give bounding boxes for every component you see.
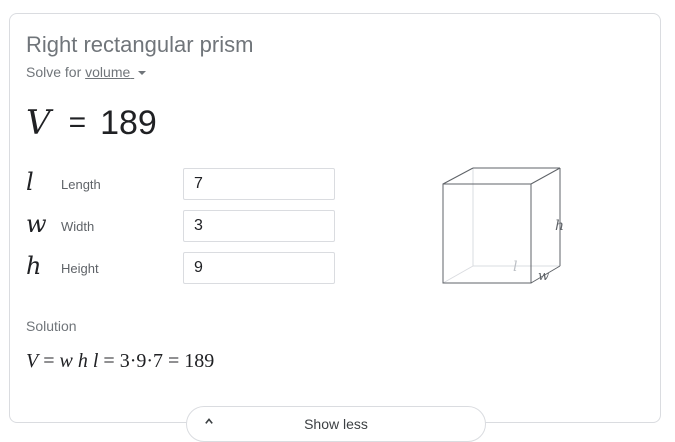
diagram-h-label: h bbox=[555, 218, 564, 234]
height-label: Height bbox=[61, 261, 99, 276]
solve-for-prefix: Solve for bbox=[26, 64, 82, 80]
result-variable: V bbox=[26, 103, 51, 143]
solve-for-row: Solve for volume bbox=[26, 63, 147, 81]
result-display: V = 189 bbox=[26, 99, 157, 147]
result-equals: = bbox=[68, 106, 87, 139]
formula-lhs: V bbox=[26, 350, 39, 372]
width-label: Width bbox=[61, 219, 95, 234]
length-row: l Length bbox=[26, 168, 346, 200]
result-value: 189 bbox=[100, 103, 157, 142]
width-input[interactable] bbox=[183, 210, 335, 242]
width-row: w Width bbox=[26, 210, 346, 242]
diagram-w-label: w bbox=[538, 269, 549, 284]
length-label: Length bbox=[61, 177, 101, 192]
solve-target-dropdown[interactable]: volume bbox=[85, 64, 147, 80]
prism-diagram: h l w bbox=[442, 167, 564, 284]
height-row: h Height bbox=[26, 252, 346, 284]
front-face bbox=[442, 183, 532, 284]
formula-var-w: w bbox=[59, 350, 73, 372]
height-input[interactable] bbox=[183, 252, 335, 284]
height-symbol: h bbox=[26, 252, 42, 280]
top-left-edge bbox=[442, 167, 474, 185]
hidden-edge-width bbox=[442, 265, 474, 284]
solution-formula: V = w h l = 3·9·7 = 189 bbox=[26, 350, 214, 373]
length-symbol: l bbox=[26, 168, 34, 196]
solution-heading: Solution bbox=[26, 318, 77, 334]
diagram-l-label: l bbox=[513, 259, 517, 275]
width-symbol: w bbox=[26, 210, 47, 238]
formula-equals-2: = bbox=[103, 350, 115, 372]
card-title: Right rectangular prism bbox=[26, 32, 254, 57]
formula-expression: 3·9·7 bbox=[119, 350, 164, 372]
formula-result: 189 bbox=[184, 350, 215, 372]
caret-down-icon bbox=[138, 71, 147, 76]
show-less-label: Show less bbox=[304, 416, 368, 432]
formula-equals-1: = bbox=[43, 350, 55, 372]
formula-var-h: h bbox=[77, 350, 88, 372]
show-less-button[interactable]: Show less bbox=[186, 406, 486, 442]
top-right-edge bbox=[530, 167, 561, 185]
solve-target-label: volume bbox=[85, 64, 131, 80]
length-input[interactable] bbox=[183, 168, 335, 200]
formula-equals-3: = bbox=[168, 350, 180, 372]
formula-var-l: l bbox=[92, 350, 99, 372]
